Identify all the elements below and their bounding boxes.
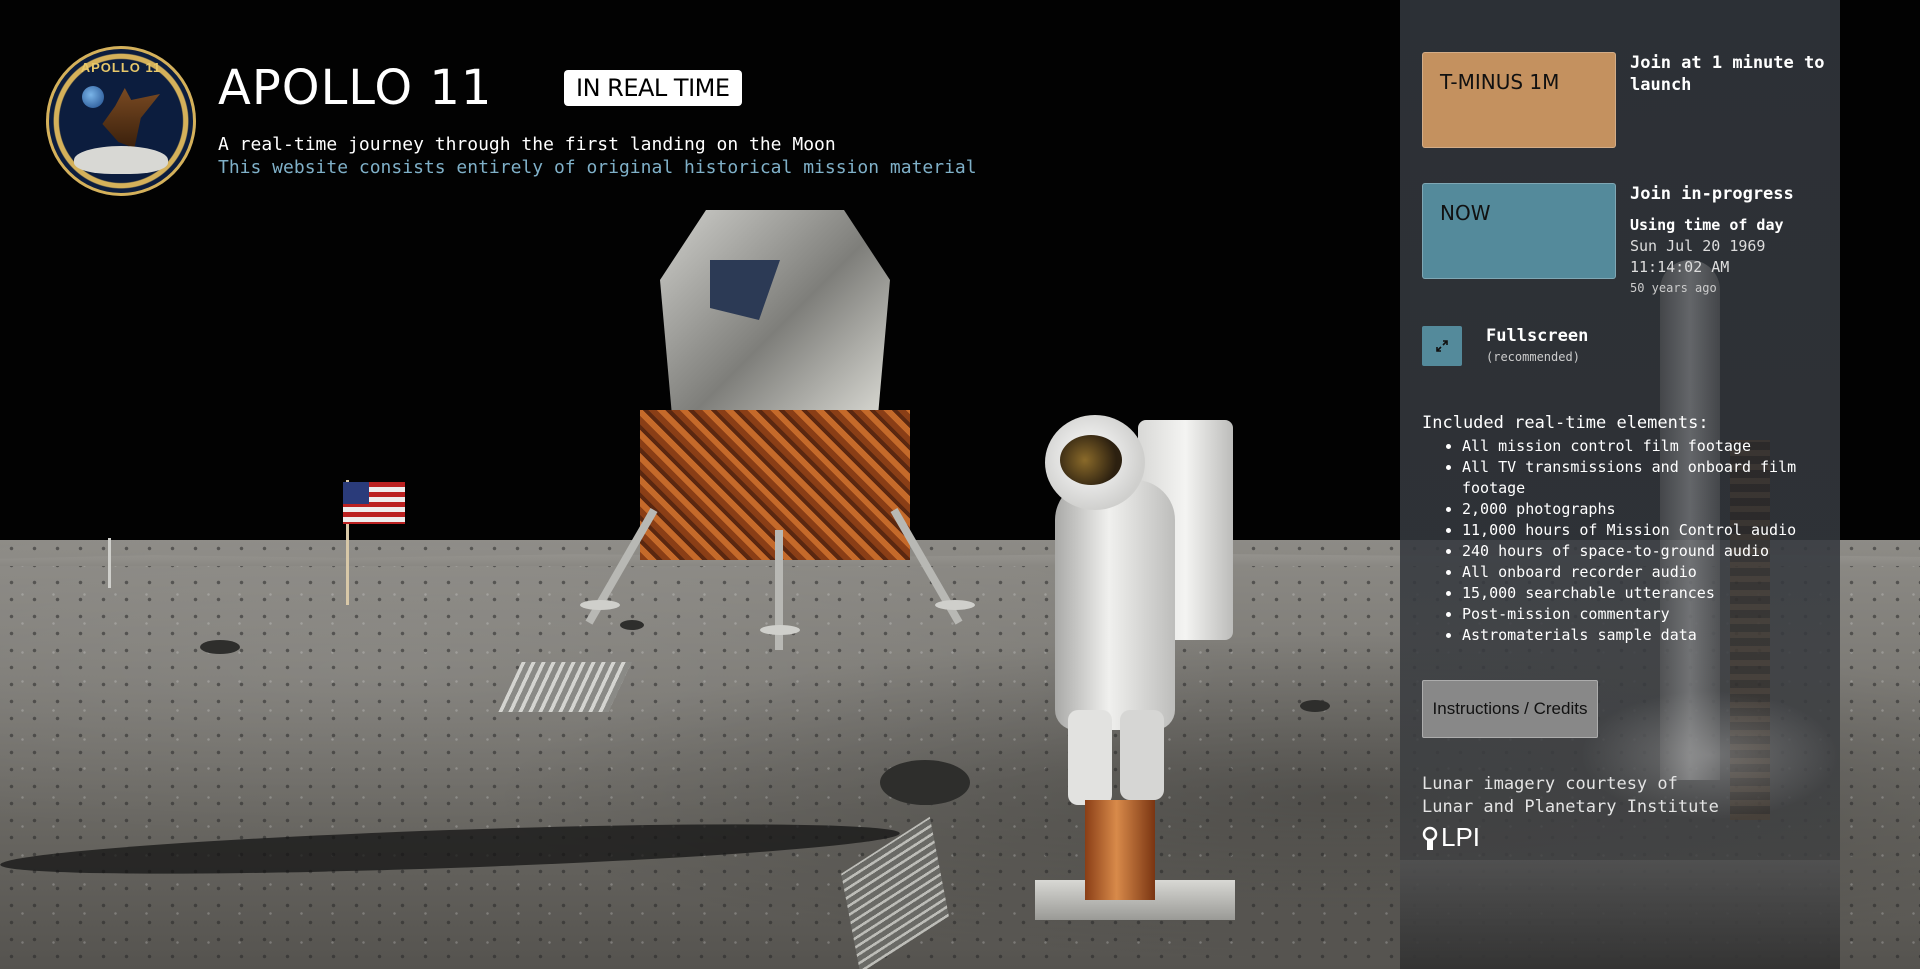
rock xyxy=(200,640,240,654)
lm-foot xyxy=(580,600,620,610)
eagle-icon xyxy=(102,88,160,148)
lpi-logo-text: LPI xyxy=(1441,822,1481,852)
credit-line-1: Lunar imagery courtesy of xyxy=(1422,774,1678,794)
rock xyxy=(880,760,970,805)
t-minus-description: Join at 1 minute to launch xyxy=(1630,53,1825,95)
fullscreen-button[interactable] xyxy=(1422,326,1462,366)
lm-foot xyxy=(935,600,975,610)
rock xyxy=(620,620,644,630)
t-minus-1m-button[interactable]: T-MINUS 1M xyxy=(1422,52,1616,148)
page-title: APOLLO 11 xyxy=(218,60,493,116)
list-item: All TV transmissions and onboard film fo… xyxy=(1462,457,1840,499)
fullscreen-recommended: (recommended) xyxy=(1486,350,1580,364)
earth-icon xyxy=(82,86,104,108)
astronaut xyxy=(1000,410,1260,810)
list-item: 11,000 hours of Mission Control audio xyxy=(1462,520,1840,541)
leg xyxy=(1068,710,1112,805)
visor xyxy=(1060,435,1122,485)
page-subtitle: A real-time journey through the first la… xyxy=(218,134,836,155)
lpi-emblem-icon xyxy=(1422,826,1438,850)
now-button[interactable]: NOW xyxy=(1422,183,1616,279)
us-flag xyxy=(343,482,405,524)
patch-text: APOLLO 11 xyxy=(80,60,162,75)
seismometer xyxy=(1085,800,1155,900)
spacesuit xyxy=(1055,480,1175,730)
ascent-stage xyxy=(660,210,890,410)
apollo-11-patch-logo: APOLLO 11 xyxy=(46,46,196,196)
credit-line-2: Lunar and Planetary Institute xyxy=(1422,797,1719,817)
time-of-day-label: Using time of day xyxy=(1630,216,1784,234)
list-item: 2,000 photographs xyxy=(1462,499,1840,520)
current-time: 11:14:02 AM xyxy=(1630,258,1730,276)
lm-foot xyxy=(760,625,800,635)
included-elements-list: All mission control film footage All TV … xyxy=(1422,436,1840,646)
launch-pad-background xyxy=(1400,860,1840,969)
list-item: 15,000 searchable utterances xyxy=(1462,583,1840,604)
list-item: 240 hours of space-to-ground audio xyxy=(1462,541,1840,562)
list-item: Astromaterials sample data xyxy=(1462,625,1840,646)
lunar-module xyxy=(540,180,1040,650)
lunar-surface-right xyxy=(1840,0,1920,969)
included-elements-title: Included real-time elements: xyxy=(1422,413,1709,433)
lpi-logo[interactable]: LPI xyxy=(1422,822,1480,853)
expand-arrows-icon xyxy=(1436,340,1448,352)
laser-reflector xyxy=(498,662,632,712)
now-description: Join in-progress xyxy=(1630,184,1794,204)
camera-pole xyxy=(108,538,111,588)
current-date: Sun Jul 20 1969 xyxy=(1630,237,1766,255)
rock xyxy=(1300,700,1330,712)
moon-surface-icon xyxy=(74,146,168,174)
years-ago: 50 years ago xyxy=(1630,281,1717,295)
launch-options-panel: T-MINUS 1M Join at 1 minute to launch NO… xyxy=(1400,0,1840,969)
list-item: All mission control film footage xyxy=(1462,436,1840,457)
instructions-credits-button[interactable]: Instructions / Credits xyxy=(1422,680,1598,738)
list-item: All onboard recorder audio xyxy=(1462,562,1840,583)
leg xyxy=(1120,710,1164,800)
page-subtitle-secondary: This website consists entirely of origin… xyxy=(218,157,977,178)
in-real-time-badge: IN REAL TIME xyxy=(564,70,742,106)
list-item: Post-mission commentary xyxy=(1462,604,1840,625)
fullscreen-label: Fullscreen xyxy=(1486,326,1589,346)
